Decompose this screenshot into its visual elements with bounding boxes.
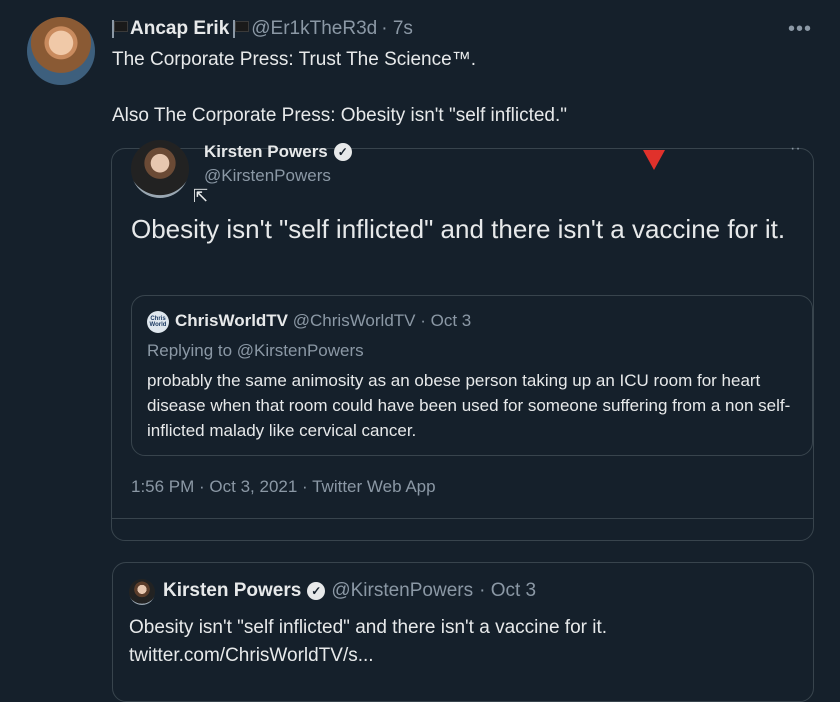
chrisworld-avatar[interactable]: Chris World: [147, 311, 169, 333]
mouse-cursor-icon: ⇱: [193, 186, 209, 206]
quoted-author-handle[interactable]: @KirstenPowers: [204, 166, 331, 186]
bottom-quote-avatar[interactable]: [129, 579, 155, 605]
nested-time[interactable]: · Oct 3: [420, 311, 471, 330]
quoted-tweet-meta[interactable]: 1:56 PM · Oct 3, 2021 · Twitter Web App: [131, 477, 436, 497]
quoted-author-avatar[interactable]: [131, 140, 189, 198]
divider: [112, 518, 814, 519]
tweet-time[interactable]: · 7s: [381, 18, 413, 40]
black-flag-icon: [112, 20, 128, 38]
bottom-quote-text: Obesity isn't "self inflicted" and there…: [129, 614, 607, 670]
author-handle[interactable]: @Er1kTheR3d: [251, 18, 377, 40]
bottom-quote-time[interactable]: · Oct 3: [479, 580, 536, 602]
replying-to[interactable]: Replying to @KirstenPowers: [147, 341, 364, 361]
black-flag-icon: [233, 20, 250, 38]
chrisworld-avatar-text: Chris World: [149, 316, 167, 328]
tweet-header: Ancap Erik @Er1kTheR3d · 7s: [112, 18, 413, 40]
nested-author-name[interactable]: ChrisWorldTV: [175, 311, 288, 330]
more-options-icon[interactable]: •••: [788, 18, 812, 41]
nested-author-handle[interactable]: @ChrisWorldTV: [293, 311, 416, 330]
tweet-text-line2: Also The Corporate Press: Obesity isn't …: [112, 105, 568, 126]
bottom-quote-handle[interactable]: @KirstenPowers: [331, 580, 473, 602]
bottom-quote-name[interactable]: Kirsten Powers: [163, 580, 301, 602]
quoted-author-name-row: Kirsten Powers ✓: [204, 142, 352, 162]
nested-header: ChrisWorldTV @ChrisWorldTV · Oct 3: [175, 311, 471, 331]
author-avatar[interactable]: [27, 17, 95, 85]
author-name[interactable]: Ancap Erik: [130, 18, 229, 40]
red-arrow-icon: [643, 150, 665, 170]
quoted-author-name[interactable]: Kirsten Powers: [204, 142, 328, 162]
tweet-text-line1: The Corporate Press: Trust The Science™.: [112, 49, 476, 70]
quoted-more-icon[interactable]: ··: [790, 140, 801, 158]
nested-tweet-text: probably the same animosity as an obese …: [147, 371, 791, 440]
verified-badge-icon: ✓: [307, 582, 326, 600]
quoted-tweet-text: Obesity isn't "self inflicted" and there…: [131, 214, 786, 244]
bottom-quote-link[interactable]: twitter.com/ChrisWorldTV/s...: [129, 642, 607, 670]
bottom-quote-text-line1: Obesity isn't "self inflicted" and there…: [129, 617, 608, 638]
bottom-quote-header: Kirsten Powers ✓ @KirstenPowers · Oct 3: [163, 580, 536, 602]
verified-badge-icon: ✓: [333, 143, 352, 161]
